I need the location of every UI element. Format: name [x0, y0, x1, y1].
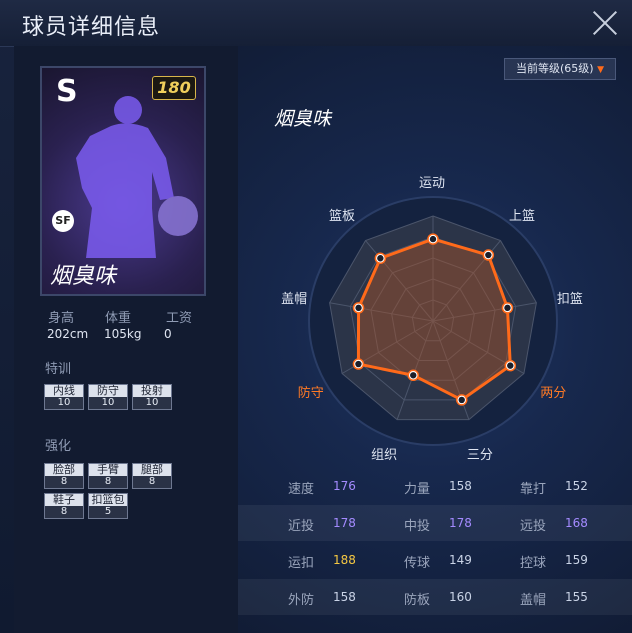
- radar-point-center: [458, 396, 465, 404]
- radar-axis-label: 运动: [419, 176, 446, 191]
- radar-axis-label: 上篮: [508, 208, 535, 224]
- stat-value: 155: [565, 590, 588, 604]
- radar-point-center: [355, 304, 362, 312]
- stat-label: 速度: [288, 482, 315, 497]
- radar-axis-label: 三分: [466, 447, 493, 463]
- radar-axis-label: 盖帽: [281, 291, 308, 307]
- stat-label: 防板: [404, 593, 431, 608]
- stat-value: 168: [565, 516, 588, 530]
- stat-label: 中投: [404, 519, 431, 534]
- radar-axis-label: 扣篮: [556, 291, 583, 307]
- stat-label: 运扣: [288, 556, 315, 571]
- stat-value: 149: [449, 553, 472, 567]
- stat-value: 188: [333, 553, 356, 567]
- player-detail-window: 球员详细信息 S 180 SF 烟臭味 身高 体重 工资 202cm 105kg…: [0, 0, 632, 633]
- radar-axis-label: 防守: [297, 386, 324, 401]
- stat-label: 近投: [288, 519, 315, 534]
- stat-label: 靠打: [520, 482, 547, 497]
- stat-value: 176: [333, 479, 356, 493]
- stat-value: 158: [449, 479, 472, 493]
- radar-point-center: [485, 251, 492, 259]
- stat-value: 178: [449, 516, 472, 530]
- radar-axis-label: 篮板: [329, 208, 356, 224]
- stat-value: 159: [565, 553, 588, 567]
- radar-point-center: [355, 360, 362, 368]
- radar-point-center: [507, 362, 514, 369]
- stat-label: 控球: [520, 556, 547, 571]
- radar-axis-label: 组织: [371, 447, 398, 463]
- stat-label: 外防: [288, 593, 315, 608]
- stat-value: 160: [449, 590, 472, 604]
- stat-value: 178: [333, 516, 356, 530]
- stat-label: 力量: [404, 482, 431, 497]
- stat-value: 158: [333, 590, 356, 604]
- radar-point-center: [377, 255, 384, 262]
- radar-point-center: [429, 235, 437, 243]
- stat-label: 远投: [520, 519, 547, 534]
- radar-point-center: [410, 372, 417, 379]
- radar-axis-label: 两分: [540, 386, 567, 401]
- stat-label: 盖帽: [520, 593, 547, 608]
- radar-point-center: [504, 304, 511, 312]
- stat-value: 152: [565, 479, 588, 493]
- stat-label: 传球: [404, 556, 431, 571]
